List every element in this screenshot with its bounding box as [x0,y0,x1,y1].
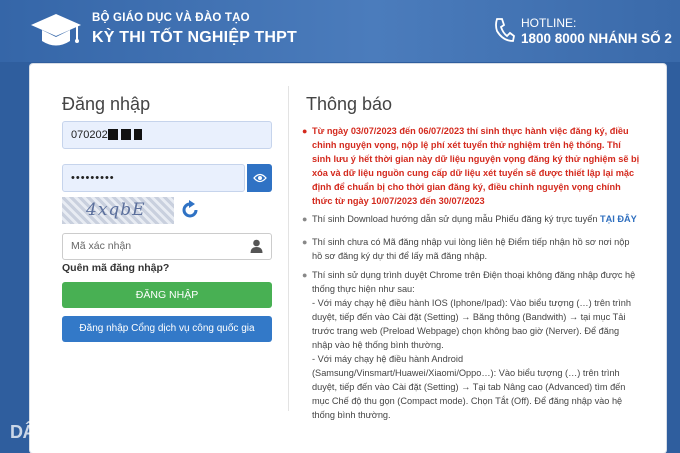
site-header: BỘ GIÁO DỤC VÀ ĐÀO TẠO KỲ THI TỐT NGHIỆP… [0,0,680,62]
bullet-icon: ● [302,126,308,136]
org-name: BỘ GIÁO DỤC VÀ ĐÀO TẠO [92,12,250,24]
notice-text: Thí sinh Download hướng dẫn sử dụng mẫu … [312,214,598,224]
password-input[interactable]: ••••••••• [62,164,245,192]
hotline-label: HOTLINE: [521,16,577,30]
notice-text: Từ ngày 03/07/2023 đến 06/07/2023 thí si… [312,126,640,206]
notice-text: Thí sinh chưa có Mã đăng nhập vui lòng l… [312,237,630,261]
national-portal-login-button[interactable]: Đăng nhập Cổng dịch vụ công quốc gia [62,316,272,342]
notice-title: Thông báo [306,94,393,114]
download-link[interactable]: TẠI ĐÂY [600,214,637,224]
login-button[interactable]: ĐĂNG NHẬP [62,282,272,308]
captcha-code-input[interactable]: Mã xác nhận [62,233,272,260]
redaction-mark [134,129,142,140]
card-divider [288,86,289,411]
bullet-icon: ● [302,214,308,224]
refresh-captcha-icon[interactable] [180,200,200,220]
eye-icon [252,173,267,183]
bullet-icon: ● [302,270,308,280]
watermark-logo: DÂN TRÍ [10,422,80,442]
notice-text: - Với máy chạy hệ điều hành IOS (Iphone/… [312,298,632,350]
phone-icon [495,18,515,42]
redaction-mark [121,129,131,140]
notice-text: Thí sinh sử dụng trình duyệt Chrome trên… [312,270,636,294]
user-icon [250,239,263,253]
hotline-number[interactable]: 1800 8000 NHÁNH SỐ 2 [521,31,672,46]
show-password-button[interactable] [247,164,272,192]
bullet-icon: ● [302,237,308,247]
forgot-code-link[interactable]: Quên mã đăng nhập? [62,262,169,274]
captcha-image: 4xqbE [62,197,174,224]
graduation-cap-icon [31,14,81,46]
notice-text: - Với máy chạy hệ điều hành Android (Sam… [312,354,626,420]
exam-name: KỲ THI TỐT NGHIỆP THPT [92,29,298,46]
username-input[interactable]: 070202 [62,121,272,149]
redaction-mark [108,129,118,140]
login-title: Đăng nhập [62,94,151,114]
